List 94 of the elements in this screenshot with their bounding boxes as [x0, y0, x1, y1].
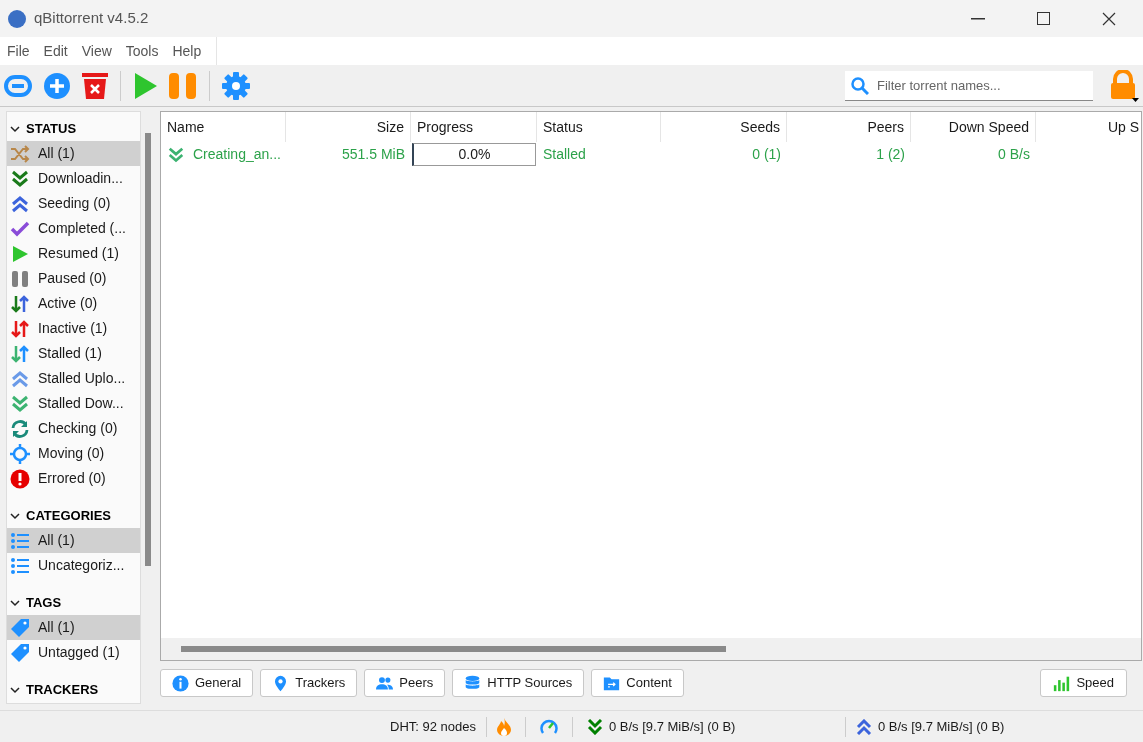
double-chevron-down-icon	[10, 168, 30, 189]
upload-speed: 0 B/s [9.7 MiB/s] (0 B)	[878, 717, 1005, 736]
window-title: qBittorrent v4.5.2	[34, 8, 149, 29]
scrollbar-thumb[interactable]	[181, 646, 726, 652]
sidebar-item[interactable]: Paused (0)	[7, 266, 140, 291]
people-icon	[376, 674, 394, 692]
delete-icon[interactable]	[82, 72, 108, 99]
menu-item[interactable]: View	[74, 40, 119, 62]
tab-button[interactable]: General	[160, 669, 254, 697]
sidebar-item[interactable]: Stalled Uplo...	[7, 366, 140, 391]
up-down-arrows-icon	[10, 343, 30, 364]
link-icon[interactable]	[4, 74, 32, 97]
column-header[interactable]: Status	[537, 112, 661, 142]
sidebar-item[interactable]: All (1)	[7, 528, 140, 553]
column-header[interactable]: Peers	[787, 112, 911, 142]
scrollbar-thumb[interactable]	[145, 133, 151, 566]
sidebar-item[interactable]: Errored (0)	[7, 466, 140, 491]
list-icon	[10, 555, 30, 576]
refresh-icon	[10, 418, 30, 439]
chevron-icon[interactable]	[10, 597, 20, 608]
tab-button[interactable]: Peers	[364, 669, 446, 697]
double-chevron-up-icon	[10, 193, 30, 214]
sidebar-item[interactable]: Stalled (1)	[7, 341, 140, 366]
table-cell-text: 0 (1)	[752, 145, 781, 164]
sidebar-item[interactable]: Inactive (1)	[7, 316, 140, 341]
app-logo-icon	[8, 9, 26, 28]
tag-icon	[10, 617, 30, 638]
sidebar-item[interactable]: Completed (...	[7, 216, 140, 241]
upload-speed-icon	[856, 718, 872, 735]
tag-icon	[10, 642, 30, 663]
up-down-arrows-icon	[10, 318, 30, 339]
sidebar-item[interactable]: Resumed (1)	[7, 241, 140, 266]
tab-button[interactable]: Trackers	[260, 669, 358, 697]
column-header[interactable]: Up S	[1036, 112, 1143, 142]
column-header[interactable]: Progress	[411, 112, 537, 142]
double-chevron-up-icon	[10, 368, 30, 389]
shuffle-icon	[10, 143, 30, 164]
tab-button[interactable]: HTTP Sources	[452, 669, 585, 697]
flame-icon	[497, 717, 511, 736]
table-cell-text: 1 (2)	[876, 145, 905, 164]
column-header[interactable]: Seeds	[661, 112, 787, 142]
error-icon	[10, 468, 30, 489]
close-icon[interactable]	[1102, 11, 1116, 26]
table-cell-text: Creating_an...	[193, 145, 281, 164]
sidebar-item[interactable]: Checking (0)	[7, 416, 140, 441]
minimize-icon[interactable]	[971, 17, 985, 20]
menu-item[interactable]: Edit	[36, 40, 75, 62]
download-speed-icon	[587, 718, 603, 735]
download-speed: 0 B/s [9.7 MiB/s] (0 B)	[609, 717, 736, 736]
up-down-arrows-icon	[10, 293, 30, 314]
sidebar-item[interactable]: Active (0)	[7, 291, 140, 316]
sidebar-item[interactable]: Downloadin...	[7, 166, 140, 191]
search-field[interactable]: Filter torrent names...	[845, 70, 1093, 101]
play-icon	[10, 243, 30, 264]
sidebar-item[interactable]: Moving (0)	[7, 441, 140, 466]
menu-item[interactable]: Tools	[118, 40, 166, 62]
chevron-icon[interactable]	[10, 123, 20, 134]
sidebar-item[interactable]: Stalled Dow...	[7, 391, 140, 416]
maximize-icon[interactable]	[1037, 12, 1050, 25]
tab-button[interactable]: Content	[591, 669, 684, 697]
column-header[interactable]: Size	[286, 112, 411, 142]
dht-status: DHT: 92 nodes	[390, 717, 476, 736]
section-header[interactable]: TRACKERS	[26, 679, 99, 700]
section-header[interactable]: CATEGORIES	[26, 505, 111, 526]
crosshair-icon	[10, 443, 30, 464]
section-header[interactable]: TAGS	[26, 592, 62, 613]
sidebar-item[interactable]: Uncategoriz...	[7, 553, 140, 578]
menu-item[interactable]: File	[0, 40, 37, 62]
sidebar-item[interactable]: All (1)	[7, 615, 140, 640]
list-icon	[10, 530, 30, 551]
column-header[interactable]: Name	[161, 112, 286, 142]
table-cell-text: 0 B/s	[998, 145, 1030, 164]
table-cell-text: Stalled	[543, 145, 586, 164]
double-chevron-down-icon	[167, 145, 185, 164]
database-icon	[464, 674, 482, 692]
menu-item[interactable]: Help	[165, 40, 209, 62]
info-icon	[172, 674, 189, 692]
column-header[interactable]: Down Speed	[911, 112, 1036, 142]
table-cell-text: 551.5 MiB	[341, 145, 405, 164]
sidebar-item[interactable]: Untagged (1)	[7, 640, 140, 665]
pause-icon	[10, 268, 30, 289]
chevron-icon[interactable]	[10, 684, 20, 695]
gauge-icon	[540, 717, 558, 736]
add-icon[interactable]	[44, 72, 70, 99]
section-header[interactable]: STATUS	[26, 118, 77, 139]
chevron-icon[interactable]	[10, 510, 20, 521]
settings-icon[interactable]	[222, 71, 250, 100]
speed-button[interactable]: Speed	[1040, 669, 1127, 697]
sidebar-item[interactable]: All (1)	[7, 141, 140, 166]
double-chevron-down-icon	[10, 393, 30, 414]
sidebar-item[interactable]: Seeding (0)	[7, 191, 140, 216]
progress-bar: 0.0%	[412, 143, 536, 166]
bar-chart-icon	[1053, 674, 1071, 692]
search-icon	[851, 76, 869, 95]
